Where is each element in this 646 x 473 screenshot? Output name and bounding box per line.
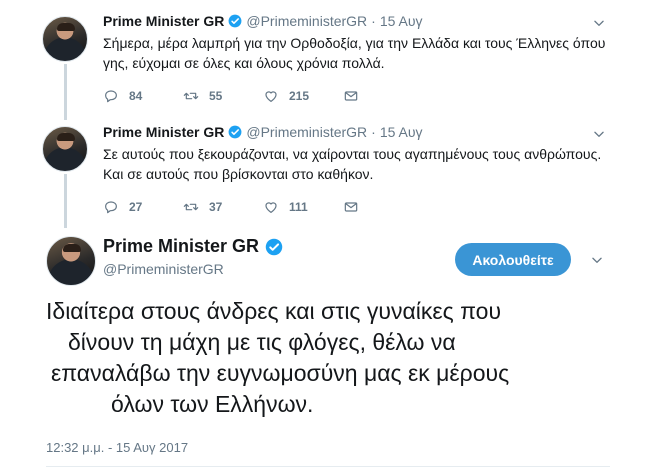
reply-icon — [105, 201, 117, 214]
reply-count: 27 — [129, 200, 143, 214]
author-name[interactable]: Prime Minister GR — [103, 124, 224, 140]
heart-icon — [265, 202, 277, 213]
tweet-actions: 27 37 111 — [103, 199, 369, 215]
tweet-text: Σήμερα, μέρα λαμπρή για την Ορθοδοξία, γ… — [103, 33, 623, 73]
tweet-text-line: γης, εύχομαι σε όλες και όλους χρόνια πο… — [103, 55, 385, 71]
main-tweet-text-line: όλων των Ελλήνων. — [111, 391, 314, 417]
direct-message-button[interactable] — [343, 88, 369, 104]
tweet-date[interactable]: 15 Αυγ — [380, 13, 423, 29]
retweet-icon — [183, 92, 199, 100]
main-author-name-row: Prime Minister GR — [103, 236, 287, 257]
author-handle[interactable]: @PrimeministerGR — [103, 261, 224, 277]
reply-icon — [105, 90, 117, 103]
avatar[interactable] — [42, 16, 88, 62]
follow-button[interactable]: Ακολουθείτε — [455, 243, 571, 276]
main-tweet-text-line: Ιδιαίτερα στους άνδρες και στις γυναίκες… — [46, 298, 502, 324]
like-count: 215 — [289, 89, 310, 103]
avatar[interactable] — [46, 236, 96, 286]
author-handle[interactable]: @PrimeministerGR — [246, 124, 367, 140]
envelope-icon — [344, 202, 358, 212]
reply-button[interactable]: 27 — [103, 199, 183, 215]
thread-line — [64, 64, 67, 120]
verified-badge-icon — [228, 14, 242, 28]
verified-badge-icon — [228, 125, 242, 139]
tweet-header: Prime Minister GR @PrimeministerGR · 15 … — [103, 13, 423, 29]
author-name[interactable]: Prime Minister GR — [103, 13, 224, 29]
retweet-count: 37 — [209, 200, 223, 214]
author-handle[interactable]: @PrimeministerGR — [246, 13, 367, 29]
like-button[interactable]: 111 — [263, 199, 343, 215]
divider — [46, 466, 610, 467]
retweet-button[interactable]: 37 — [183, 199, 263, 215]
direct-message-button[interactable] — [343, 199, 369, 215]
tweet-text: Σε αυτούς που ξεκουράζονται, να χαίροντα… — [103, 144, 623, 184]
chevron-down-icon[interactable] — [592, 16, 606, 30]
main-tweet-text-line: δίνουν τη μάχη με τις φλόγες, θέλω να — [68, 329, 456, 355]
retweet-count: 55 — [209, 89, 223, 103]
retweet-icon — [183, 203, 199, 211]
reply-count: 84 — [129, 89, 143, 103]
tweet-header: Prime Minister GR @PrimeministerGR · 15 … — [103, 124, 423, 140]
author-name[interactable]: Prime Minister GR — [103, 236, 259, 257]
chevron-down-icon[interactable] — [592, 127, 606, 141]
main-tweet-text-line: επαναλάβω την ευγνωμοσύνη μας εκ μέρους — [51, 360, 510, 386]
heart-icon — [265, 91, 277, 102]
retweet-button[interactable]: 55 — [183, 88, 263, 104]
reply-button[interactable]: 84 — [103, 88, 183, 104]
separator-dot: · — [371, 124, 376, 140]
envelope-icon — [344, 91, 358, 101]
tweet-text-line: Σε αυτούς που ξεκουράζονται, να χαίροντα… — [103, 146, 602, 162]
tweet-date[interactable]: 15 Αυγ — [380, 124, 423, 140]
separator-dot: · — [371, 13, 376, 29]
tweet-text-line: Και σε αυτούς που βρίσκονται στο καθήκον… — [103, 166, 374, 182]
verified-badge-icon — [265, 238, 283, 255]
thread-line — [64, 174, 67, 228]
chevron-down-icon[interactable] — [590, 253, 604, 267]
tweet-text-line: Σήμερα, μέρα λαμπρή για την Ορθοδοξία, γ… — [103, 35, 606, 51]
avatar[interactable] — [42, 126, 88, 172]
main-tweet-text: Ιδιαίτερα στους άνδρες και στις γυναίκες… — [46, 296, 626, 420]
tweet-timestamp[interactable]: 12:32 μ.μ. - 15 Αυγ 2017 — [46, 440, 188, 455]
tweet-actions: 84 55 215 — [103, 88, 369, 104]
like-button[interactable]: 215 — [263, 88, 343, 104]
like-count: 111 — [289, 200, 308, 214]
